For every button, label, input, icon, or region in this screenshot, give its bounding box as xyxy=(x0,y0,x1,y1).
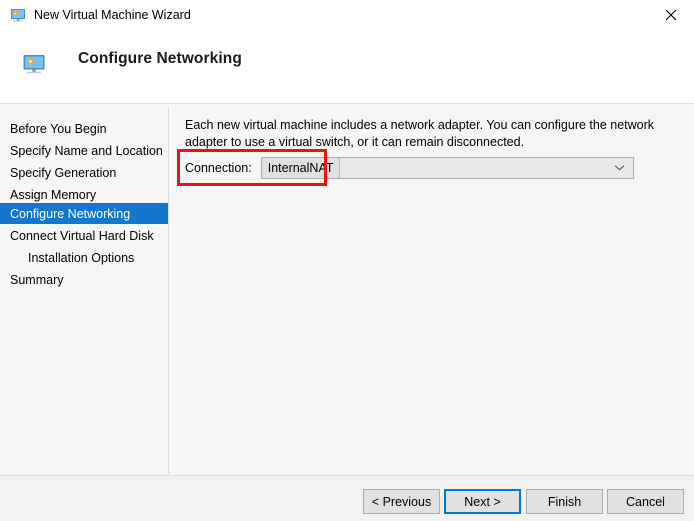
wizard-step-list: Before You Begin Specify Name and Locati… xyxy=(0,104,168,475)
sidebar-item-label: Summary xyxy=(10,272,64,287)
sidebar-item-summary[interactable]: Summary xyxy=(0,269,168,290)
sidebar-item-label: Assign Memory xyxy=(10,187,97,202)
sidebar-item-installation-options[interactable]: Installation Options xyxy=(0,247,168,268)
connection-label: Connection: xyxy=(185,161,252,175)
wizard-body: Before You Begin Specify Name and Locati… xyxy=(0,104,694,475)
finish-button[interactable]: Finish xyxy=(526,489,603,514)
connection-dropdown[interactable]: InternalNAT xyxy=(260,157,634,179)
previous-button[interactable]: < Previous xyxy=(363,489,440,514)
sidebar-item-label: Connect Virtual Hard Disk xyxy=(10,228,154,243)
sidebar-item-connect-virtual-hard-disk[interactable]: Connect Virtual Hard Disk xyxy=(0,225,168,246)
cancel-button[interactable]: Cancel xyxy=(607,489,684,514)
close-button[interactable] xyxy=(648,0,694,30)
next-button[interactable]: Next > xyxy=(444,489,521,514)
sidebar-item-configure-networking[interactable]: Configure Networking xyxy=(0,203,168,224)
sidebar-item-label: Specify Name and Location xyxy=(10,143,163,158)
sidebar-item-before-you-begin[interactable]: Before You Begin xyxy=(0,118,168,139)
virtual-machine-monitor-icon xyxy=(23,55,45,74)
sidebar-item-label: Configure Networking xyxy=(10,206,131,221)
wizard-footer: < Previous Next > Finish Cancel xyxy=(0,475,694,521)
sidebar-item-assign-memory[interactable]: Assign Memory xyxy=(0,184,168,205)
sidebar-item-label: Specify Generation xyxy=(10,165,117,180)
wizard-header: Configure Networking xyxy=(0,30,694,103)
chevron-down-icon xyxy=(614,165,624,171)
virtual-machine-monitor-icon xyxy=(11,9,25,22)
sidebar-item-specify-name-and-location[interactable]: Specify Name and Location xyxy=(0,140,168,161)
title-bar: New Virtual Machine Wizard xyxy=(0,0,694,30)
new-virtual-machine-wizard-window: New Virtual Machine Wizard Configure Net… xyxy=(0,0,694,521)
connection-selected-value: InternalNAT xyxy=(261,158,341,178)
sidebar-item-label: Installation Options xyxy=(28,250,135,265)
sidebar-item-specify-generation[interactable]: Specify Generation xyxy=(0,162,168,183)
window-title: New Virtual Machine Wizard xyxy=(34,8,191,22)
wizard-main-pane: Each new virtual machine includes a netw… xyxy=(169,104,694,475)
page-title: Configure Networking xyxy=(78,50,242,67)
description-text: Each new virtual machine includes a netw… xyxy=(185,118,655,149)
connection-row: Connection: InternalNAT xyxy=(185,157,634,179)
close-icon xyxy=(665,9,677,21)
sidebar-item-label: Before You Begin xyxy=(10,121,107,136)
